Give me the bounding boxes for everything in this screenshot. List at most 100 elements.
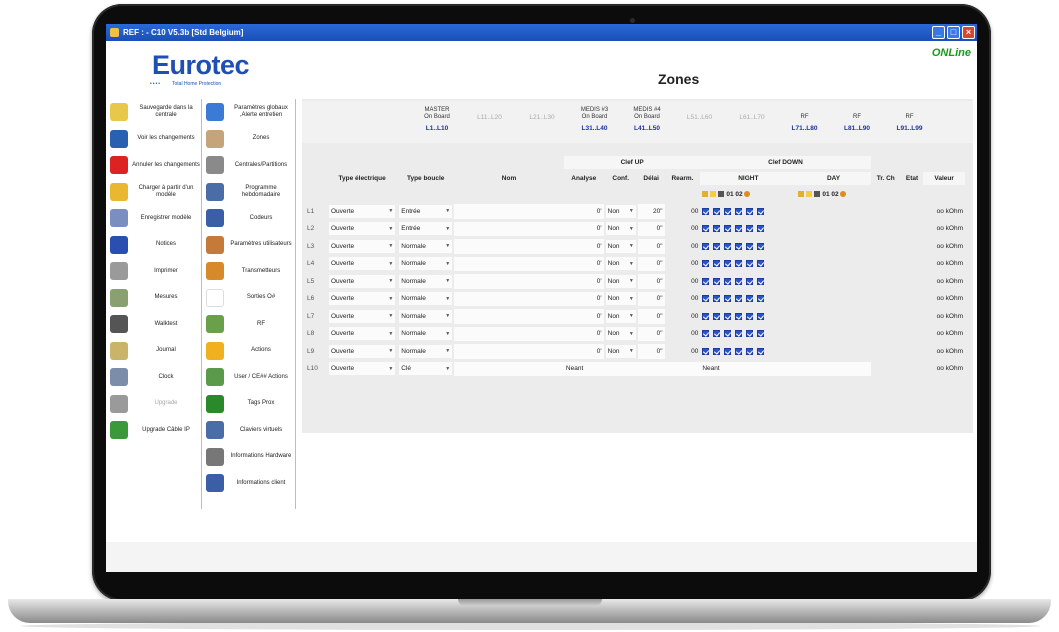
analyse-input[interactable]: 0' (563, 256, 604, 271)
night-checkbox[interactable] (746, 295, 754, 303)
analyse-input[interactable]: 0' (563, 239, 604, 254)
rearm-value[interactable]: 00 (665, 274, 701, 289)
type-boucle-select[interactable]: Normale ▼ (399, 257, 453, 271)
night-checkbox[interactable] (702, 242, 710, 250)
delai-input[interactable]: 0" (637, 291, 665, 306)
rearm-value[interactable]: 00 (665, 257, 701, 272)
conf-select[interactable]: Non ▼ (605, 327, 636, 341)
night-checkbox[interactable] (713, 277, 721, 285)
analyse-input[interactable]: 0' (563, 204, 604, 219)
night-checkbox[interactable] (702, 260, 710, 268)
night-checkbox[interactable] (757, 312, 765, 320)
night-checkbox[interactable] (746, 225, 754, 233)
conf-select[interactable]: Non ▼ (605, 204, 636, 218)
night-checkbox[interactable] (702, 295, 710, 303)
menu_right-item-12[interactable]: Claviers virtuels (202, 417, 295, 444)
night-checkbox[interactable] (702, 347, 710, 355)
delai-input[interactable]: 0" (637, 326, 665, 341)
menu_right-item-6[interactable]: Transmetteurs (202, 258, 295, 285)
menu_left-item-9[interactable]: Journal (106, 338, 201, 365)
analyse-input[interactable]: 0' (563, 221, 604, 236)
night-checkbox[interactable] (757, 260, 765, 268)
hardware-slot[interactable]: L51..L60 (673, 107, 727, 121)
night-checkbox[interactable] (735, 330, 743, 338)
analyse-input[interactable]: 0' (563, 326, 604, 341)
menu_left-item-11[interactable]: Upgrade (106, 391, 201, 418)
night-checkbox[interactable] (724, 347, 732, 355)
menu_left-item-8[interactable]: Walktest (106, 311, 201, 338)
conf-select[interactable]: Non ▼ (605, 274, 636, 288)
night-checkbox[interactable] (746, 207, 754, 215)
menu_left-item-5[interactable]: Notices (106, 232, 201, 259)
menu_right-item-2[interactable]: Centrales/Partitions (202, 152, 295, 179)
night-checkbox[interactable] (735, 347, 743, 355)
delai-input[interactable]: 0" (637, 256, 665, 271)
delai-input[interactable]: 0" (637, 274, 665, 289)
menu_left-item-2[interactable]: Annuler les changements (106, 152, 201, 179)
menu_right-item-14[interactable]: Informations client (202, 470, 295, 497)
rearm-value[interactable]: 00 (665, 204, 701, 219)
type-elec-select[interactable]: Ouverte ▼ (329, 257, 396, 271)
night-checkbox[interactable] (702, 312, 710, 320)
conf-select[interactable]: Non ▼ (605, 239, 636, 253)
hardware-slot[interactable]: MASTER On Board L1..L10 (410, 107, 464, 132)
hardware-slot[interactable]: L11..L20 (463, 107, 517, 121)
rearm-value[interactable]: 00 (665, 239, 701, 254)
analyse-input[interactable]: 0' (563, 344, 604, 359)
type-boucle-select[interactable]: Clé ▼ (399, 362, 453, 376)
name-input[interactable] (454, 361, 564, 376)
night-checkbox[interactable] (713, 260, 721, 268)
hardware-slot[interactable]: L61..L70 (725, 107, 779, 121)
name-input[interactable] (454, 344, 564, 359)
menu_right-item-10[interactable]: User / CE## Actions (202, 364, 295, 391)
night-checkbox[interactable] (724, 312, 732, 320)
menu_right-item-1[interactable]: Zones (202, 126, 295, 153)
close-button[interactable]: × (962, 26, 975, 39)
type-elec-select[interactable]: Ouverte ▼ (329, 274, 396, 288)
type-elec-select[interactable]: Ouverte ▼ (329, 362, 396, 376)
name-input[interactable] (454, 291, 564, 306)
delai-input[interactable]: 0" (637, 239, 665, 254)
night-checkbox[interactable] (702, 225, 710, 233)
night-checkbox[interactable] (724, 295, 732, 303)
night-checkbox[interactable] (735, 277, 743, 285)
menu_right-item-9[interactable]: Actions (202, 338, 295, 365)
night-checkbox[interactable] (713, 242, 721, 250)
rearm-value[interactable]: 00 (665, 309, 701, 324)
hardware-slot[interactable]: RF L71..L80 (778, 107, 832, 132)
menu_left-item-10[interactable]: Clock (106, 364, 201, 391)
name-input[interactable] (454, 309, 564, 324)
name-input[interactable] (454, 204, 564, 219)
night-checkbox[interactable] (713, 312, 721, 320)
hardware-slot[interactable]: L21..L30 (515, 107, 569, 121)
night-checkbox[interactable] (757, 242, 765, 250)
night-checkbox[interactable] (746, 312, 754, 320)
night-checkbox[interactable] (757, 277, 765, 285)
menu_right-item-5[interactable]: Paramètres utilisateurs (202, 232, 295, 259)
analyse-input[interactable]: 0' (563, 291, 604, 306)
night-checkbox[interactable] (724, 330, 732, 338)
menu_right-item-0[interactable]: Paramètres globaux ,Alerte entretien (202, 99, 295, 126)
night-checkbox[interactable] (713, 295, 721, 303)
night-checkbox[interactable] (746, 347, 754, 355)
menu_right-item-11[interactable]: Tags Prox (202, 391, 295, 418)
night-checkbox[interactable] (724, 277, 732, 285)
menu_left-item-3[interactable]: Charger à partir d'un modèle (106, 179, 201, 206)
menu_right-item-7[interactable]: Sorties O# (202, 285, 295, 312)
name-input[interactable] (454, 256, 564, 271)
delai-input[interactable]: 0" (637, 344, 665, 359)
name-input[interactable] (454, 326, 564, 341)
night-checkbox[interactable] (746, 277, 754, 285)
night-checkbox[interactable] (735, 207, 743, 215)
delai-input[interactable]: 0" (637, 221, 665, 236)
type-elec-select[interactable]: Ouverte ▼ (329, 222, 396, 236)
menu_left-item-7[interactable]: Mesures (106, 285, 201, 312)
type-boucle-select[interactable]: Normale ▼ (399, 292, 453, 306)
menu_left-item-4[interactable]: Enregistrer modèle (106, 205, 201, 232)
menu_left-item-1[interactable]: Voir les changements (106, 126, 201, 153)
name-input[interactable] (454, 239, 564, 254)
type-boucle-select[interactable]: Normale ▼ (399, 239, 453, 253)
type-elec-select[interactable]: Ouverte ▼ (329, 344, 396, 358)
type-elec-select[interactable]: Ouverte ▼ (329, 204, 396, 218)
night-checkbox[interactable] (713, 207, 721, 215)
